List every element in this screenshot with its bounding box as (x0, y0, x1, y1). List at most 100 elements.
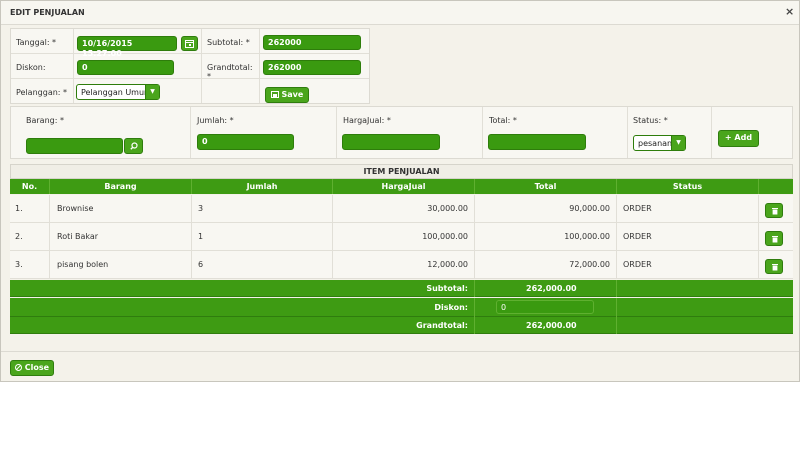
table-row: 1. Brownise 3 30,000.00 90,000.00 ORDER (10, 195, 793, 223)
tanggal-label: Tanggal: * (16, 38, 57, 47)
footer-diskon-label: Diskon: (10, 298, 475, 317)
trash-icon (772, 208, 778, 215)
diskon-label-cell: Diskon: (11, 54, 74, 79)
modal-close-icon[interactable]: × (785, 5, 797, 19)
diskon-row: Diskon: 0 (10, 298, 793, 317)
save-button[interactable]: Save (265, 87, 309, 103)
cell-no: 3. (10, 251, 50, 279)
col-total: Total (475, 179, 617, 194)
save-button-label: Save (281, 90, 304, 99)
status-label: Status: * (633, 116, 668, 125)
cell-status: ORDER (617, 223, 759, 251)
edit-penjualan-modal: EDIT PENJUALAN × Tanggal: * 10/16/2015 1… (0, 0, 800, 382)
item-entry-form: Barang: * Jumlah: * 0 HargaJual: * Total… (10, 106, 793, 159)
diskon-input-cell: 0 (74, 54, 202, 79)
delete-row-button[interactable] (765, 231, 783, 246)
footer-subtotal-label: Subtotal: (10, 280, 475, 297)
grandtotal-input-cell: 262000 (260, 54, 369, 79)
grandtotal-input[interactable]: 262000 (263, 60, 361, 75)
col-hargajual: HargaJual (333, 179, 475, 194)
footer-divider (1, 351, 799, 352)
table-row: 2. Roti Bakar 1 100,000.00 100,000.00 OR… (10, 223, 793, 251)
sale-form: Tanggal: * 10/16/2015 15:27:00 Subtotal:… (10, 28, 370, 104)
footer-grandtotal-value: 262,000.00 (475, 317, 617, 334)
tanggal-input[interactable]: 10/16/2015 15:27:00 (77, 36, 177, 58)
cell-jumlah: 3 (192, 195, 333, 223)
modal-header: EDIT PENJUALAN × (1, 1, 799, 25)
table-row: 3. pisang bolen 6 12,000.00 72,000.00 OR… (10, 251, 793, 279)
cell-barang: pisang bolen (50, 251, 192, 279)
empty-cell (202, 79, 260, 103)
barang-label: Barang: * (26, 116, 64, 125)
subtotal-label-cell: Subtotal: * (202, 29, 260, 54)
cell-status: ORDER (617, 251, 759, 279)
items-section-title: ITEM PENJUALAN (10, 164, 793, 179)
jumlah-input[interactable]: 0 (197, 134, 294, 150)
modal-title: EDIT PENJUALAN (10, 8, 85, 17)
hargajual-entry-cell: HargaJual: * (337, 107, 483, 158)
calendar-icon (185, 40, 194, 48)
pelanggan-select[interactable]: Pelanggan Umum ▼ (76, 84, 160, 100)
cell-no: 1. (10, 195, 50, 223)
barang-input[interactable] (26, 138, 123, 154)
total-entry-cell: Total: * (483, 107, 628, 158)
add-item-button[interactable]: + Add (718, 130, 759, 147)
cell-status: ORDER (617, 195, 759, 223)
tanggal-input-cell: 10/16/2015 15:27:00 (74, 29, 202, 58)
jumlah-label: Jumlah: * (197, 116, 234, 125)
cell-total: 90,000.00 (475, 195, 617, 223)
search-icon (129, 142, 138, 150)
chevron-down-icon: ▼ (671, 136, 685, 150)
col-jumlah: Jumlah (192, 179, 333, 194)
status-entry-cell: Status: * pesanan ▼ (628, 107, 712, 158)
col-status: Status (617, 179, 759, 194)
pelanggan-select-cell: Pelanggan Umum ▼ (74, 79, 202, 103)
footer-diskon-cell: 0 (475, 298, 617, 317)
close-button-label: Close (24, 363, 50, 372)
cell-harga: 12,000.00 (333, 251, 475, 279)
calendar-button[interactable] (181, 36, 198, 51)
chevron-down-icon: ▼ (145, 85, 159, 99)
status-select[interactable]: pesanan ▼ (633, 135, 686, 151)
footer-diskon-input[interactable]: 0 (496, 300, 594, 314)
barang-entry-cell: Barang: * (11, 107, 191, 158)
subtotal-input[interactable]: 262000 (263, 35, 361, 50)
close-icon (14, 364, 22, 371)
grandtotal-row: Grandtotal: 262,000.00 (10, 317, 793, 334)
trash-icon (772, 236, 778, 243)
hargajual-input[interactable] (342, 134, 440, 150)
pelanggan-label: Pelanggan: * (16, 88, 68, 97)
grandtotal-label-cell: Grandtotal: * (202, 54, 260, 81)
col-action (759, 179, 793, 194)
save-cell: Save (260, 79, 369, 103)
subtotal-input-cell: 262000 (260, 29, 369, 54)
diskon-input[interactable]: 0 (77, 60, 174, 75)
cell-jumlah: 1 (192, 223, 333, 251)
delete-row-button[interactable] (765, 259, 783, 274)
cell-no: 2. (10, 223, 50, 251)
cell-jumlah: 6 (192, 251, 333, 279)
footer-subtotal-value: 262,000.00 (475, 280, 617, 297)
footer-grandtotal-label: Grandtotal: (10, 317, 475, 334)
pelanggan-select-value: Pelanggan Umum (81, 88, 152, 97)
cell-barang: Brownise (50, 195, 192, 223)
diskon-label: Diskon: (16, 63, 46, 72)
save-icon (270, 91, 279, 98)
col-barang: Barang (50, 179, 192, 194)
cell-harga: 30,000.00 (333, 195, 475, 223)
subtotal-row: Subtotal: 262,000.00 (10, 280, 793, 297)
pelanggan-label-cell: Pelanggan: * (11, 79, 74, 103)
jumlah-entry-cell: Jumlah: * 0 (191, 107, 337, 158)
total-input[interactable] (488, 134, 586, 150)
col-no: No. (10, 179, 50, 194)
hargajual-label: HargaJual: * (343, 116, 391, 125)
cell-total: 72,000.00 (475, 251, 617, 279)
close-button[interactable]: Close (10, 360, 54, 376)
status-select-value: pesanan (638, 139, 673, 148)
delete-row-button[interactable] (765, 203, 783, 218)
cell-barang: Roti Bakar (50, 223, 192, 251)
trash-icon (772, 264, 778, 271)
total-label: Total: * (489, 116, 517, 125)
cell-total: 100,000.00 (475, 223, 617, 251)
search-button[interactable] (124, 138, 143, 154)
